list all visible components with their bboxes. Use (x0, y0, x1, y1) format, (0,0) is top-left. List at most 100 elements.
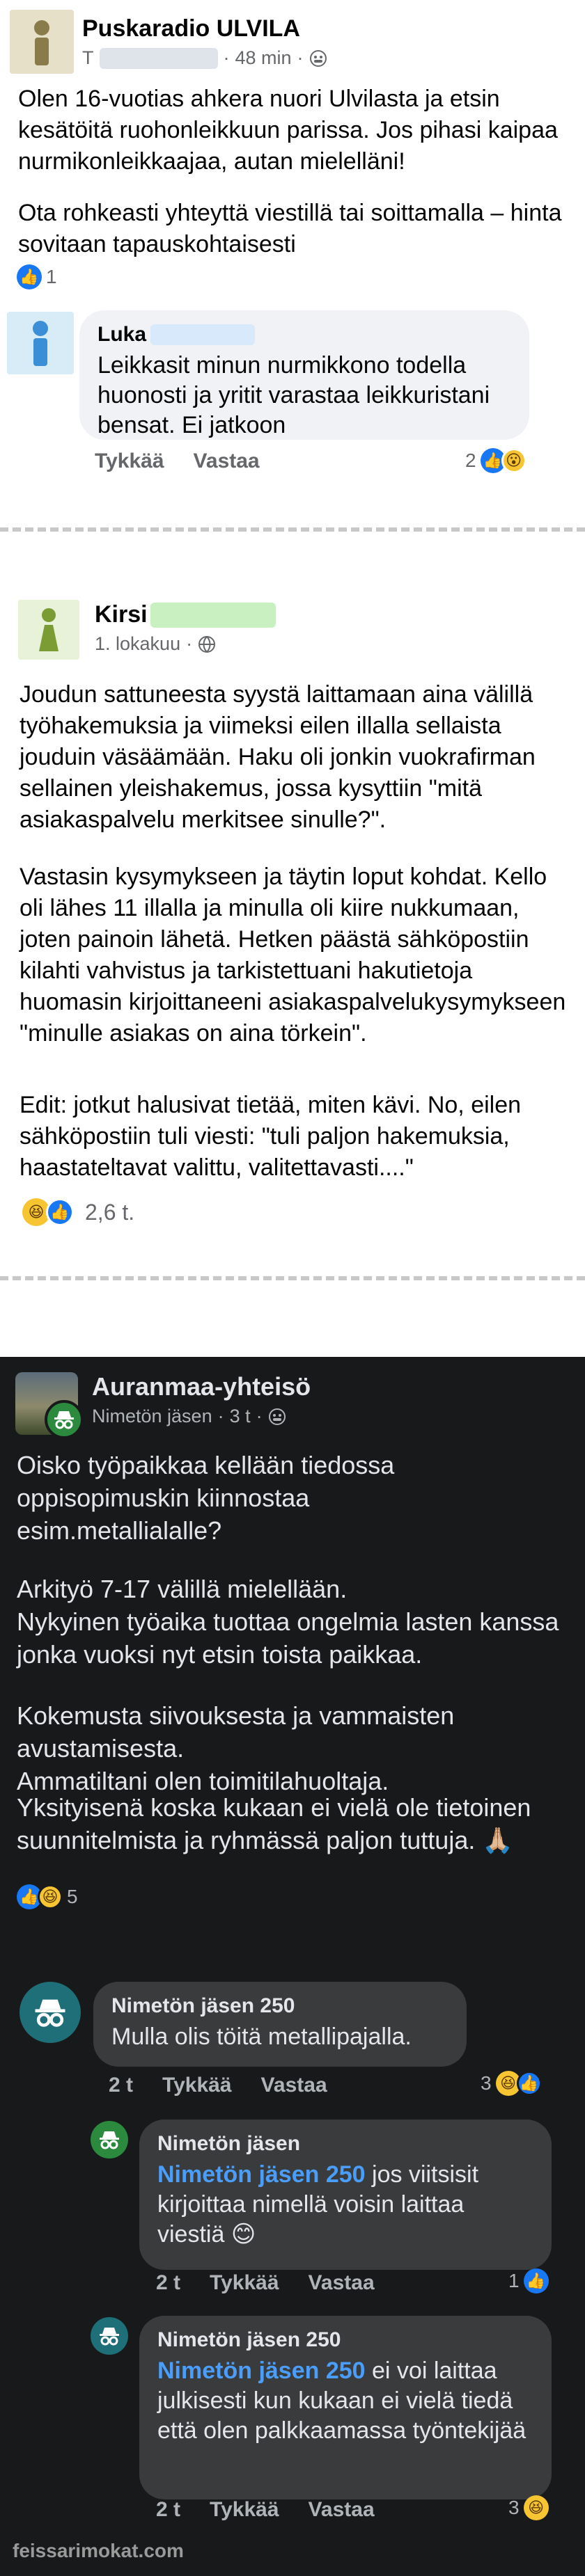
globe-icon (198, 635, 216, 653)
anon-author[interactable]: Nimetön jäsen (92, 1406, 212, 1427)
like-reaction-icon: 👍 (516, 2071, 542, 2096)
post-meta: T · 48 min · (82, 47, 327, 69)
comment-bubble: Nimetön jäsen 250 Nimetön jäsen 250 ei v… (139, 2316, 552, 2499)
post-reactions[interactable]: 😆 👍 2,6 t. (22, 1198, 134, 1226)
redacted-name (150, 324, 256, 345)
anonymous-member-icon (100, 2328, 119, 2346)
comment-bubble: Luka Leikkasit minun nurmikkono todella … (79, 310, 529, 440)
post-kirsi: Kirsi 1. lokakuu · Joudun sattuneesta sy… (0, 536, 585, 1280)
post-paragraph-3: Edit: jotkut halusivat tietää, miten käv… (20, 1092, 528, 1181)
comment-author-row: Luka (98, 323, 511, 347)
post-time[interactable]: 48 min (235, 47, 292, 69)
comment-author[interactable]: Nimetön jäsen (157, 2132, 533, 2156)
comment-author[interactable]: Nimetön jäsen 250 (111, 1994, 448, 2018)
post-paragraph-1: Joudun sattuneesta syystä laittamaan ain… (20, 681, 543, 833)
avatar[interactable] (18, 600, 79, 660)
like-reaction-icon: 👍 (523, 2268, 549, 2293)
commenter-avatar[interactable] (7, 312, 74, 374)
mention-link[interactable]: Nimetön jäsen 250 (157, 2161, 366, 2188)
reaction-count: 1 (46, 266, 57, 287)
comment-time[interactable]: 2 t (109, 2074, 133, 2097)
comment-reactions[interactable]: 3 😆 (508, 2495, 549, 2520)
reaction-count: 3 (481, 2072, 492, 2094)
separator (0, 1276, 585, 1285)
comment-author[interactable]: Luka (98, 323, 146, 347)
separator (0, 527, 585, 536)
anonymous-member-icon (35, 1999, 65, 2027)
like-reaction-icon: 👍 (46, 1198, 74, 1226)
like-reaction-icon: 👍 (17, 264, 42, 289)
group-icon (309, 49, 327, 67)
post-time[interactable]: 1. lokakuu (95, 633, 180, 655)
haha-reaction-icon: 😆 (38, 1884, 63, 1909)
haha-reaction-icon: 😆 (523, 2495, 549, 2520)
post-meta: Nimetön jäsen · 3 t · (92, 1406, 286, 1427)
meta-dot: · (256, 1406, 263, 1426)
post-paragraph-3: Kokemusta siivouksesta ja vammaisten avu… (17, 1701, 455, 1795)
post-reactions[interactable]: 👍 1 (17, 264, 57, 289)
comment-reactions[interactable]: 1 👍 (508, 2268, 549, 2293)
reaction-count: 2 (465, 450, 476, 471)
group-name[interactable]: Puskaradio ULVILA (82, 15, 300, 42)
meta-dot: · (223, 47, 230, 68)
post-time[interactable]: 3 t (230, 1406, 251, 1427)
author-row: Kirsi (95, 601, 276, 628)
reply-button[interactable]: Vastaa (194, 450, 260, 473)
post-meta: 1. lokakuu · (95, 633, 216, 655)
post-paragraph-4: Yksityisenä koska kukaan ei vielä ole ti… (17, 1793, 538, 1854)
comment-reactions[interactable]: 3 😆 👍 (481, 2071, 542, 2096)
anonymous-member-icon[interactable] (45, 1400, 84, 1439)
reaction-count: 2,6 t. (85, 1199, 135, 1225)
commenter-avatar[interactable] (20, 1982, 81, 2043)
redacted-name (150, 602, 276, 628)
comment-reactions[interactable]: 2 👍 😮 (465, 448, 526, 473)
anonymous-member-icon (100, 2131, 119, 2149)
person-silhouette-icon (33, 321, 48, 366)
reply-button[interactable]: Vastaa (309, 2498, 375, 2522)
post-puskaradio: Puskaradio ULVILA T · 48 min · Olen 16-v… (0, 0, 585, 536)
comment-actions: 2 t Tykkää Vastaa (109, 2074, 327, 2097)
group-icon (268, 1408, 286, 1425)
author-initial: T (82, 47, 94, 68)
commenter-avatar[interactable] (91, 2317, 128, 2355)
post-reactions[interactable]: 👍 😆 5 (17, 1884, 78, 1909)
comment-bubble: Nimetön jäsen Nimetön jäsen 250 jos viit… (139, 2120, 552, 2270)
commenter-avatar[interactable] (91, 2121, 128, 2158)
post-paragraph-2: Arkityö 7-17 välillä mielellään. Nykyine… (17, 1575, 559, 1669)
reply-button[interactable]: Vastaa (261, 2074, 327, 2097)
meta-dot: · (217, 1406, 224, 1426)
like-button[interactable]: Tykkää (210, 2271, 279, 2295)
comment-time[interactable]: 2 t (156, 2498, 180, 2522)
group-name[interactable]: Auranmaa-yhteisö (92, 1372, 311, 1401)
comment-actions: 2 t Tykkää Vastaa (156, 2498, 375, 2522)
person-silhouette-icon (34, 20, 49, 65)
comment-author[interactable]: Nimetön jäsen 250 (157, 2328, 533, 2352)
reaction-count: 5 (67, 1886, 78, 1907)
like-button[interactable]: Tykkää (162, 2074, 232, 2097)
comment-actions: 2 t Tykkää Vastaa (156, 2271, 375, 2295)
mention-link[interactable]: Nimetön jäsen 250 (157, 2358, 366, 2384)
reaction-count: 3 (508, 2497, 520, 2518)
like-button[interactable]: Tykkää (95, 450, 164, 473)
reaction-count: 1 (508, 2270, 520, 2291)
post-paragraph-2: Vastasin kysymykseen ja täytin loput koh… (20, 864, 572, 1047)
comment-time[interactable]: 2 t (156, 2271, 180, 2295)
redacted-name (99, 47, 218, 69)
comment-text: Nimetön jäsen 250 jos viitsisit kirjoitt… (157, 2160, 533, 2250)
watermark: feissarimokat.com (13, 2540, 184, 2561)
comment-text: Nimetön jäsen 250 ei voi laittaa julkise… (157, 2356, 533, 2446)
meta-dot: · (186, 633, 193, 654)
comment-bubble: Nimetön jäsen 250 Mulla olis töitä metal… (93, 1982, 467, 2067)
author-name[interactable]: Kirsi (95, 601, 148, 628)
like-button[interactable]: Tykkää (210, 2498, 279, 2522)
avatar[interactable] (10, 10, 74, 74)
post-paragraph-1: Oisko työpaikkaa kellään tiedossa oppiso… (17, 1451, 402, 1545)
person-silhouette-icon (39, 608, 58, 651)
reply-button[interactable]: Vastaa (309, 2271, 375, 2295)
post-auranmaa: Auranmaa-yhteisö Nimetön jäsen · 3 t · O… (0, 1357, 585, 2576)
comment-text: Leikkasit minun nurmikkono todella huono… (98, 352, 490, 438)
meta-dot: · (297, 47, 304, 68)
post-body-2: Ota rohkeasti yhteyttä viestillä tai soi… (18, 200, 568, 257)
wow-reaction-icon: 😮 (501, 448, 526, 473)
comment-actions: Tykkää Vastaa (95, 450, 260, 473)
